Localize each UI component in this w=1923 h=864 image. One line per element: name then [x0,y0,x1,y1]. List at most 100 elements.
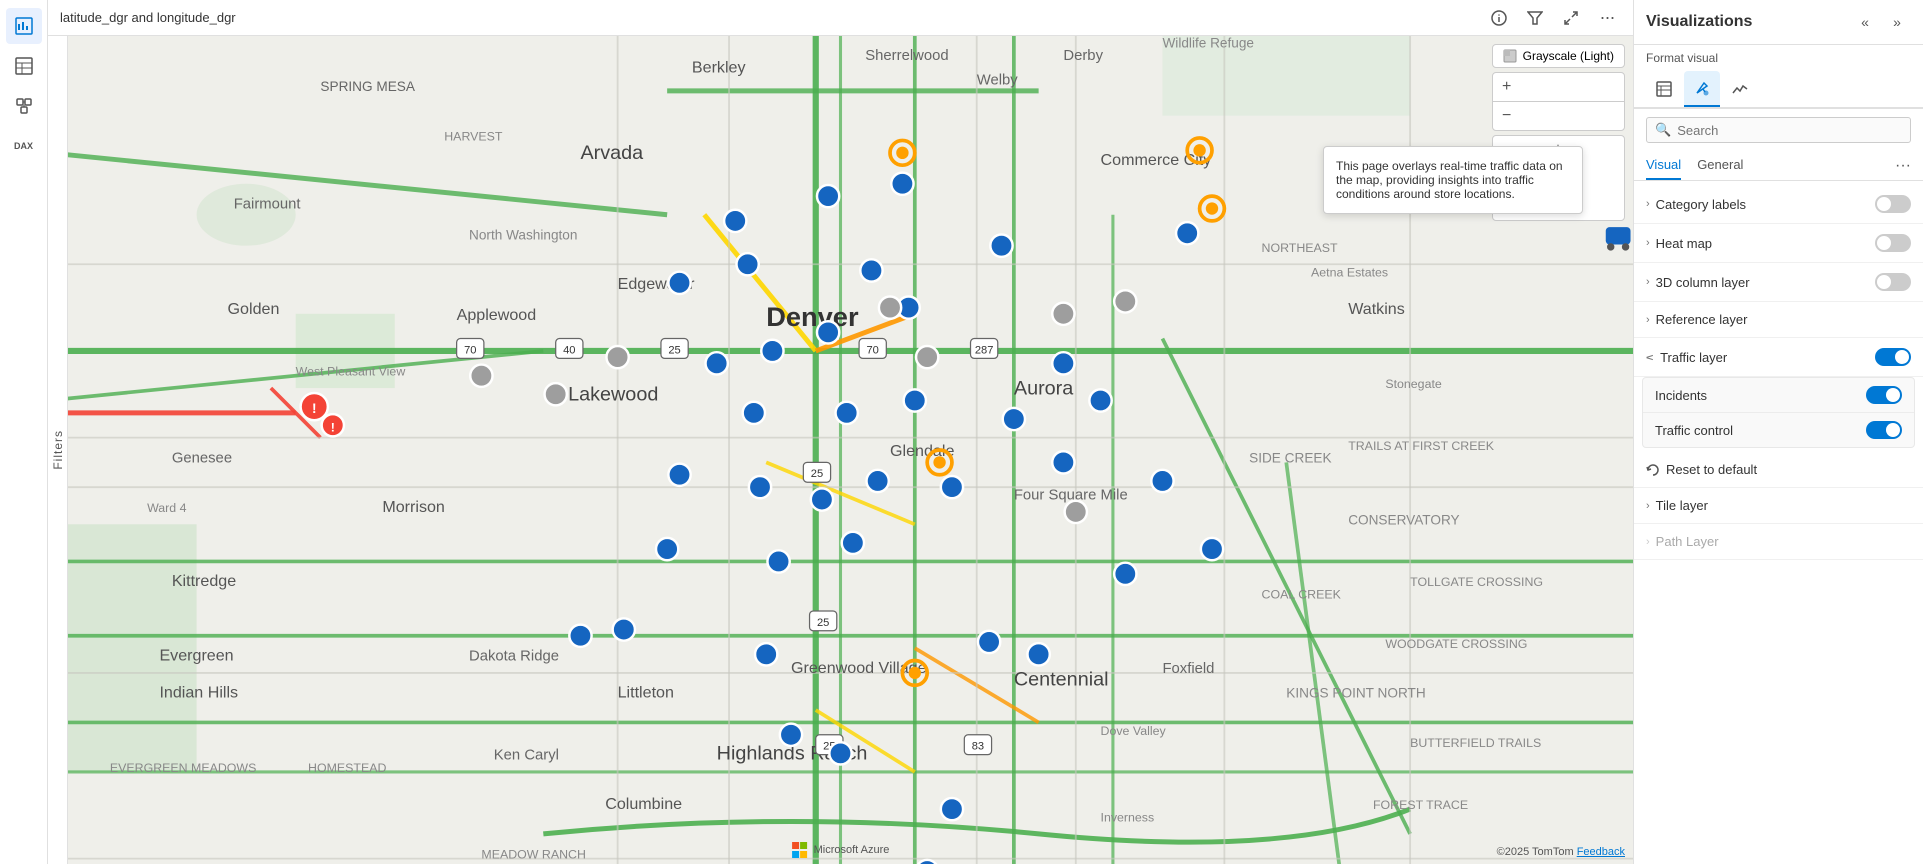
svg-text:Watkins: Watkins [1348,300,1405,318]
traffic-layer-toggle[interactable] [1875,348,1911,366]
svg-text:NORTHEAST: NORTHEAST [1262,241,1339,255]
format-analytics-button[interactable] [1722,71,1758,107]
map-style-button[interactable]: Grayscale (Light) [1492,44,1625,68]
svg-text:Welby: Welby [977,73,1019,89]
reset-label: Reset to default [1666,462,1757,477]
svg-text:Dakota Ridge: Dakota Ridge [469,649,559,665]
heat-map-toggle[interactable] [1875,234,1911,252]
sidebar-icon-model[interactable] [6,88,42,124]
svg-text:Aurora: Aurora [1014,377,1074,399]
watermark-text: Microsoft Azure [814,844,890,856]
tile-layer-label: › Tile layer [1646,498,1708,513]
panel-header-actions: « » [1851,8,1911,36]
collapse-right-button[interactable]: » [1883,8,1911,36]
reset-button[interactable]: Reset to default [1634,452,1923,488]
feedback-link[interactable]: Feedback [1577,846,1625,858]
heat-map-chevron: › [1646,237,1650,249]
setting-row-tile-layer: › Tile layer [1634,488,1923,524]
svg-text:Arvada: Arvada [580,142,644,164]
svg-text:25: 25 [817,617,829,629]
svg-text:Inverness: Inverness [1101,810,1155,824]
svg-text:70: 70 [867,344,879,356]
svg-text:SIDE CREEK: SIDE CREEK [1249,450,1331,465]
collapse-left-button[interactable]: « [1851,8,1879,36]
svg-text:MEADOW RANCH: MEADOW RANCH [481,848,586,862]
map-container: NORTH VILLAGE SPRING MESA HARVEST Arvada… [48,36,1633,864]
setting-row-path-layer: › Path Layer [1634,524,1923,560]
search-icon: 🔍 [1655,122,1671,138]
traffic-layer-chevron: ∨ [1644,353,1657,361]
right-panel: Visualizations « » Format visual 🔍 Visua… [1633,0,1923,864]
svg-text:Indian Hills: Indian Hills [159,684,238,702]
3d-column-toggle[interactable] [1875,273,1911,291]
svg-text:BUTTERFIELD TRAILS: BUTTERFIELD TRAILS [1410,736,1541,750]
sidebar-icon-table[interactable] [6,48,42,84]
svg-text:Wildlife Refuge: Wildlife Refuge [1162,36,1254,51]
sidebar-icon-dax[interactable]: DAX [6,128,42,164]
tile-layer-chevron: › [1646,500,1650,512]
format-table-button[interactable] [1646,71,1682,107]
svg-text:Derby: Derby [1063,48,1103,64]
svg-text:40: 40 [563,344,575,356]
tab-visual[interactable]: Visual [1646,151,1681,180]
settings-list: › Category labels › Heat map › 3D column… [1634,181,1923,864]
reference-layer-label: › Reference layer [1646,312,1747,327]
svg-text:Sherrelwood: Sherrelwood [865,48,948,64]
svg-text:!: ! [331,420,335,434]
reference-layer-chevron: › [1646,314,1650,326]
svg-text:West Pleasant View: West Pleasant View [296,365,406,379]
more-button[interactable]: ··· [1593,4,1621,32]
setting-row-heat-map: › Heat map [1634,224,1923,263]
svg-text:KINGS POINT NORTH: KINGS POINT NORTH [1286,686,1425,701]
svg-text:83: 83 [972,741,984,753]
zoom-in-button[interactable]: + [1493,73,1521,101]
expand-button[interactable] [1557,4,1585,32]
heat-map-label: › Heat map [1646,236,1712,251]
format-visual-label: Format visual [1634,45,1923,67]
path-layer-label: › Path Layer [1646,534,1719,549]
svg-text:Lakewood: Lakewood [568,383,658,405]
svg-text:TRAILS AT FIRST CREEK: TRAILS AT FIRST CREEK [1348,439,1495,453]
svg-text:TOLLGATE CROSSING: TOLLGATE CROSSING [1410,575,1543,589]
svg-text:FOREST TRACE: FOREST TRACE [1373,798,1468,812]
map-style-text: Grayscale (Light) [1523,49,1614,63]
svg-text:Ward 4: Ward 4 [147,501,187,515]
tab-general[interactable]: General [1697,151,1743,180]
setting-row-traffic-layer: ∨ Traffic layer [1634,338,1923,377]
svg-text:EVERGREEN MEADOWS: EVERGREEN MEADOWS [110,761,256,775]
svg-text:!: ! [312,401,317,416]
svg-text:70: 70 [464,344,476,356]
filters-bar[interactable]: Filters [48,36,68,864]
traffic-layer-label: ∨ Traffic layer [1646,350,1727,365]
svg-text:Morrison: Morrison [382,498,445,516]
format-paint-button[interactable] [1684,71,1720,107]
path-layer-chevron: › [1646,536,1650,548]
svg-text:Kittredge: Kittredge [172,572,236,590]
zoom-out-button[interactable]: − [1493,102,1521,130]
traffic-section-expanded: Incidents Traffic control [1642,377,1915,448]
svg-text:Fairmount: Fairmount [234,197,302,213]
svg-text:Dove Valley: Dove Valley [1101,724,1167,738]
category-labels-label: › Category labels [1646,197,1746,212]
info-button[interactable] [1485,4,1513,32]
category-labels-toggle[interactable] [1875,195,1911,213]
title-actions: ··· [1485,4,1621,32]
3d-column-chevron: › [1646,276,1650,288]
main-content: latitude_dgr and longitude_dgr ··· [48,0,1633,864]
zoom-controls: + − [1492,72,1625,131]
left-sidebar: DAX [0,0,48,864]
traffic-control-toggle[interactable] [1866,421,1902,439]
sidebar-icon-report[interactable] [6,8,42,44]
filter-button[interactable] [1521,4,1549,32]
copyright-text: ©2025 TomTom [1497,846,1574,858]
svg-text:287: 287 [975,344,994,356]
panel-header: Visualizations « » [1634,0,1923,45]
svg-text:North Washington: North Washington [469,227,577,242]
svg-text:Aetna Estates: Aetna Estates [1311,266,1388,280]
incidents-toggle[interactable] [1866,386,1902,404]
traffic-control-label: Traffic control [1655,423,1733,438]
search-bar: 🔍 [1646,117,1911,143]
search-input[interactable] [1677,123,1902,138]
tab-more-button[interactable]: ··· [1895,157,1911,175]
format-icons-row [1634,67,1923,109]
